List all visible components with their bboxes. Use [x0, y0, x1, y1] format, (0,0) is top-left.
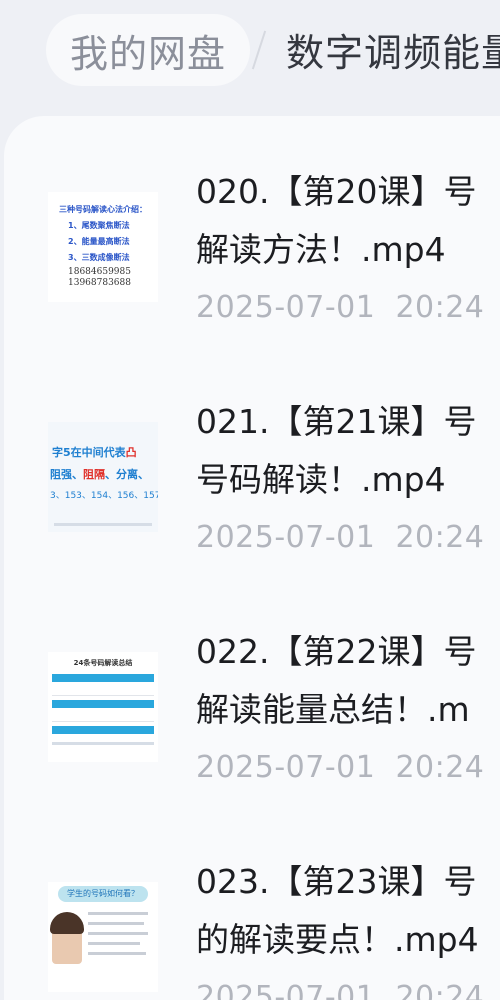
thumbnail-line — [88, 942, 140, 945]
thumbnail-item: 1、尾数聚焦断法 — [68, 221, 130, 230]
file-list: 三种号码解读心法介绍： 1、尾数聚焦断法 2、能量最高断法 3、三数成像断法 1… — [4, 116, 500, 1000]
file-row[interactable]: 三种号码解读心法介绍： 1、尾数聚焦断法 2、能量最高断法 3、三数成像断法 1… — [4, 116, 500, 346]
thumbnail-line — [88, 932, 148, 935]
file-title-line2: 解读方法！.mp4 — [196, 230, 446, 269]
file-date: 2025-07-01 — [196, 750, 376, 785]
file-title-line1: 020.【第20课】号 — [196, 172, 477, 211]
thumbnail-text: 字5在中间代表凸 — [52, 446, 137, 459]
file-date: 2025-07-01 — [196, 520, 376, 555]
file-date: 2025-07-01 — [196, 980, 376, 1000]
thumbnail-line — [88, 952, 146, 955]
thumbnail-text: 阻强、阻隔、分离、 — [50, 468, 149, 481]
file-meta: 2025-07-01 20:24 — [196, 980, 500, 1000]
thumbnail-phone: 13968783688 — [68, 278, 131, 288]
breadcrumb-root-my-netdisk[interactable]: 我的网盘 — [46, 14, 250, 86]
thumbnail-person-hair — [50, 912, 84, 934]
file-title-line1: 022.【第22课】号 — [196, 632, 477, 671]
thumbnail-line — [88, 922, 144, 925]
video-thumbnail[interactable]: 24条号码解读总结 — [48, 652, 158, 762]
file-row[interactable]: 学生的号码如何看？ 023.【第23课】号 的解读要点！.mp4 2025-07… — [4, 806, 500, 1000]
thumbnail-banner: 学生的号码如何看？ — [58, 886, 148, 902]
file-title-line2: 的解读要点！.mp4 — [196, 920, 479, 959]
breadcrumb-separator — [251, 30, 267, 70]
file-time: 20:24 — [395, 980, 485, 1000]
video-thumbnail[interactable]: 字5在中间代表凸 阻强、阻隔、分离、 3、153、154、156、157、1 — [48, 422, 158, 532]
thumbnail-bar — [52, 700, 154, 708]
thumbnail-bar — [52, 674, 154, 682]
file-meta: 2025-07-01 20:24 4 — [196, 520, 500, 555]
file-date: 2025-07-01 — [196, 290, 376, 325]
file-time: 20:24 — [395, 750, 485, 785]
thumbnail-line — [88, 912, 148, 915]
video-thumbnail[interactable]: 学生的号码如何看？ — [48, 882, 158, 992]
thumbnail-item: 3、三数成像断法 — [68, 253, 130, 262]
thumbnail-bar — [52, 714, 154, 722]
file-time: 20:24 — [395, 520, 485, 555]
thumbnail-phone: 18684659985 — [68, 267, 131, 277]
thumbnail-bar — [52, 726, 154, 734]
breadcrumb: 我的网盘 数字调频能量 — [0, 0, 500, 110]
file-meta: 2025-07-01 20:24 7 — [196, 290, 500, 325]
thumbnail-heading: 24条号码解读总结 — [73, 659, 133, 667]
file-title-line1: 021.【第21课】号 — [196, 402, 477, 441]
file-meta: 2025-07-01 20:24 4 — [196, 750, 500, 785]
video-thumbnail[interactable]: 三种号码解读心法介绍： 1、尾数聚焦断法 2、能量最高断法 3、三数成像断法 1… — [48, 192, 158, 302]
file-title-line2: 解读能量总结！.m — [196, 690, 470, 729]
file-title-line1: 023.【第23课】号 — [196, 862, 477, 901]
file-row[interactable]: 24条号码解读总结 022.【第22课】号 解读能量总结！.m 2025-07-… — [4, 576, 500, 806]
breadcrumb-current-folder[interactable]: 数字调频能量 — [286, 22, 500, 77]
file-title-line2: 号码解读！.mp4 — [196, 460, 446, 499]
thumbnail-footer — [54, 523, 152, 526]
thumbnail-footer — [52, 742, 154, 745]
file-row[interactable]: 字5在中间代表凸 阻强、阻隔、分离、 3、153、154、156、157、1 0… — [4, 346, 500, 576]
thumbnail-bar — [52, 688, 154, 696]
thumbnail-item: 2、能量最高断法 — [68, 237, 130, 246]
thumbnail-text: 3、153、154、156、157、1 — [50, 491, 158, 501]
file-time: 20:24 — [395, 290, 485, 325]
thumbnail-heading: 三种号码解读心法介绍： — [59, 205, 147, 214]
